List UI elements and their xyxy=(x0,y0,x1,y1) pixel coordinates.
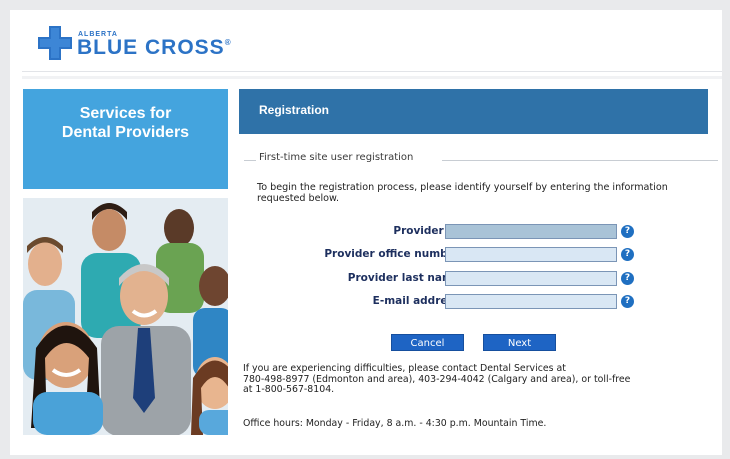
dental-team-photo xyxy=(23,198,228,435)
office-hours-text: Office hours: Monday - Friday, 8 a.m. - … xyxy=(243,418,547,429)
header-divider-shadow xyxy=(22,76,722,79)
contact-info-text: If you are experiencing difficulties, pl… xyxy=(243,363,713,396)
header-divider xyxy=(22,71,722,72)
fieldset-legend: First-time site user registration xyxy=(259,152,414,163)
contact-line-1: If you are experiencing difficulties, pl… xyxy=(243,363,566,374)
email-address-row: E-mail address ? xyxy=(240,294,640,310)
email-address-input[interactable] xyxy=(445,294,617,309)
provider-id-row: Provider ID ? xyxy=(240,224,640,240)
registration-intro-text: To begin the registration process, pleas… xyxy=(257,182,668,204)
provider-office-number-input[interactable] xyxy=(445,247,617,262)
email-address-help-icon[interactable]: ? xyxy=(621,295,634,308)
logo-brand-name: BLUE CROSS® xyxy=(77,36,232,59)
blue-cross-icon xyxy=(38,26,72,60)
provider-last-name-input[interactable] xyxy=(445,271,617,286)
contact-line-3: at 1-800-567-8104. xyxy=(243,384,335,395)
provider-last-name-row: Provider last name ? xyxy=(240,271,640,287)
sidebar-title-panel: Services for Dental Providers xyxy=(23,89,228,189)
provider-office-number-label: Provider office number xyxy=(324,248,460,260)
cancel-button[interactable]: Cancel xyxy=(391,334,464,351)
provider-office-number-row: Provider office number ? xyxy=(240,247,640,263)
provider-office-number-help-icon[interactable]: ? xyxy=(621,248,634,261)
registered-mark: ® xyxy=(224,38,232,47)
sidebar-title-line2: Dental Providers xyxy=(61,124,190,141)
alberta-blue-cross-logo[interactable]: ALBERTA BLUE CROSS® xyxy=(38,24,298,64)
provider-last-name-help-icon[interactable]: ? xyxy=(621,272,634,285)
sidebar-title-line1: Services for xyxy=(79,105,172,122)
provider-last-name-label: Provider last name xyxy=(347,272,460,284)
provider-id-help-icon[interactable]: ? xyxy=(621,225,634,238)
provider-id-input[interactable] xyxy=(445,224,617,239)
fieldset-border-right xyxy=(442,160,718,161)
page-container: ALBERTA BLUE CROSS® Services for Dental … xyxy=(10,10,722,455)
next-button[interactable]: Next xyxy=(483,334,556,351)
registration-header: Registration xyxy=(239,89,708,134)
fieldset-border-left xyxy=(244,160,256,161)
